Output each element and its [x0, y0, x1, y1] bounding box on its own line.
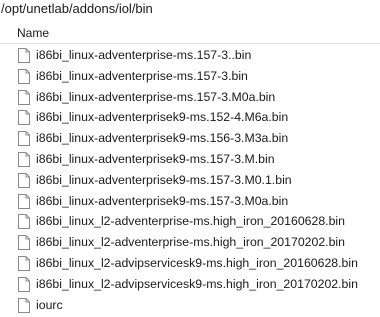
file-name: i86bi_linux-adventerprisek9-ms.157-3.M0.…	[36, 172, 292, 187]
file-row[interactable]: i86bi_linux_l2-adventerprise-ms.high_iro…	[0, 211, 380, 232]
file-row[interactable]: i86bi_linux-adventerprisek9-ms.152-4.M6a…	[0, 107, 380, 128]
file-icon	[18, 89, 30, 105]
path-bar[interactable]: /opt/unetlab/addons/iol/bin	[0, 0, 380, 20]
column-header: Name	[0, 22, 380, 44]
path-text: /opt/unetlab/addons/iol/bin	[1, 1, 153, 16]
file-name: i86bi_linux_l2-adventerprise-ms.high_iro…	[36, 235, 345, 250]
file-icon	[18, 193, 30, 209]
file-icon	[18, 255, 30, 271]
file-icon	[18, 214, 30, 230]
file-icon	[18, 68, 30, 84]
file-name: i86bi_linux-adventerprise-ms.157-3..bin	[36, 48, 252, 62]
file-name: i86bi_linux_l2-adventerprise-ms.high_iro…	[36, 214, 345, 229]
file-row[interactable]: i86bi_linux_l2-advipservicesk9-ms.high_i…	[0, 274, 380, 295]
file-name: i86bi_linux-adventerprise-ms.157-3.bin	[36, 68, 248, 83]
file-icon	[18, 151, 30, 167]
file-row[interactable]: iourc	[0, 295, 380, 316]
file-name: i86bi_linux-adventerprisek9-ms.152-4.M6a…	[36, 110, 289, 125]
file-list: i86bi_linux-adventerprise-ms.157-3..bin …	[0, 45, 380, 315]
file-row[interactable]: i86bi_linux_l2-adventerprise-ms.high_iro…	[0, 232, 380, 253]
file-icon	[18, 48, 30, 63]
file-name: i86bi_linux-adventerprisek9-ms.157-3.M.b…	[36, 151, 275, 166]
file-icon	[18, 131, 30, 147]
file-icon	[18, 235, 30, 251]
file-row[interactable]: i86bi_linux-adventerprisek9-ms.157-3.M0a…	[0, 191, 380, 212]
file-row[interactable]: i86bi_linux_l2-advipservicesk9-ms.high_i…	[0, 253, 380, 274]
file-row[interactable]: i86bi_linux-adventerprise-ms.157-3..bin	[0, 45, 380, 66]
file-row[interactable]: i86bi_linux-adventerprise-ms.157-3.bin	[0, 66, 380, 87]
column-header-name[interactable]: Name	[17, 25, 49, 41]
file-row[interactable]: i86bi_linux-adventerprisek9-ms.156-3.M3a…	[0, 128, 380, 149]
file-row[interactable]: i86bi_linux-adventerprisek9-ms.157-3.M0.…	[0, 170, 380, 191]
file-name: i86bi_linux_l2-advipservicesk9-ms.high_i…	[36, 276, 358, 291]
file-row[interactable]: i86bi_linux-adventerprise-ms.157-3.M0a.b…	[0, 87, 380, 108]
file-name: iourc	[36, 297, 63, 312]
file-name: i86bi_linux-adventerprisek9-ms.157-3.M0a…	[36, 193, 289, 208]
file-name: i86bi_linux_l2-advipservicesk9-ms.high_i…	[36, 255, 358, 270]
file-icon	[18, 110, 30, 126]
file-icon	[18, 276, 30, 292]
file-icon	[18, 297, 30, 313]
file-name: i86bi_linux-adventerprise-ms.157-3.M0a.b…	[36, 89, 276, 104]
file-row[interactable]: i86bi_linux-adventerprisek9-ms.157-3.M.b…	[0, 149, 380, 170]
file-icon	[18, 172, 30, 188]
file-name: i86bi_linux-adventerprisek9-ms.156-3.M3a…	[36, 131, 289, 146]
